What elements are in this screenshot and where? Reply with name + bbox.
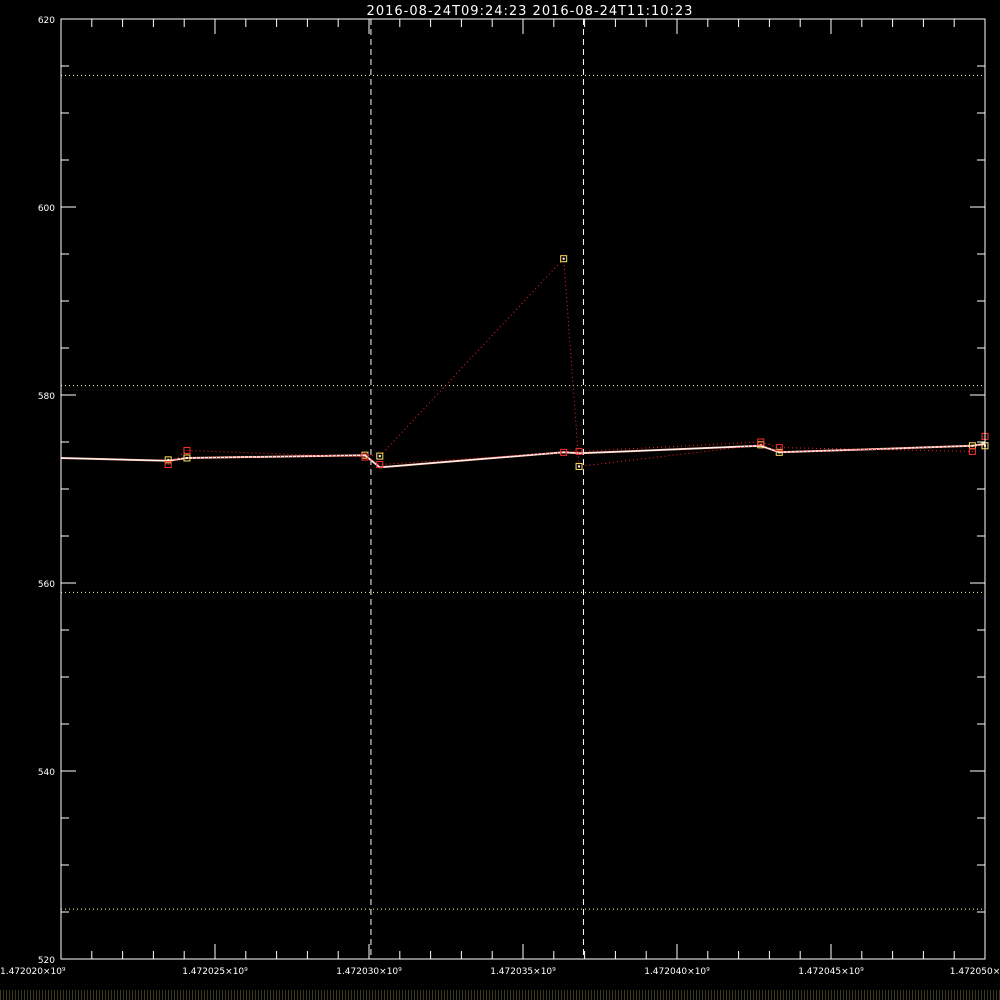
x-tick-label: 1.472045×10⁹ <box>798 967 864 977</box>
data-point-marker-center <box>971 444 974 447</box>
x-tick-label: 1.472040×10⁹ <box>644 967 710 977</box>
y-tick-label: 560 <box>38 580 55 590</box>
chart-title: 2016-08-24T09:24:23 2016-08-24T11:10:23 <box>367 4 694 19</box>
x-tick-label: 1.472030×10⁹ <box>336 967 402 977</box>
x-tick-label: 1.472020×10⁹ <box>0 967 66 977</box>
data-point-marker-center <box>562 257 565 260</box>
y-tick-label: 600 <box>38 204 55 214</box>
x-tick-label: 1.472050× <box>950 967 1000 977</box>
bottom-noise-strip <box>0 990 1000 1000</box>
x-tick-label: 1.472025×10⁹ <box>182 967 248 977</box>
x-tick-label: 1.472035×10⁹ <box>490 967 556 977</box>
y-tick-label: 520 <box>38 956 55 966</box>
data-point-marker-center <box>167 458 170 461</box>
data-point-marker-center <box>185 456 188 459</box>
y-tick-label: 580 <box>38 392 55 402</box>
data-point-marker-center <box>578 465 581 468</box>
y-tick-label: 540 <box>38 768 55 778</box>
y-tick-label: 620 <box>38 16 55 26</box>
plot-area: 2016-08-24T09:24:23 2016-08-24T11:10:23 … <box>0 0 1000 1000</box>
background <box>0 0 1000 1000</box>
data-point-marker-center <box>378 455 381 458</box>
data-point-marker-center <box>778 451 781 454</box>
